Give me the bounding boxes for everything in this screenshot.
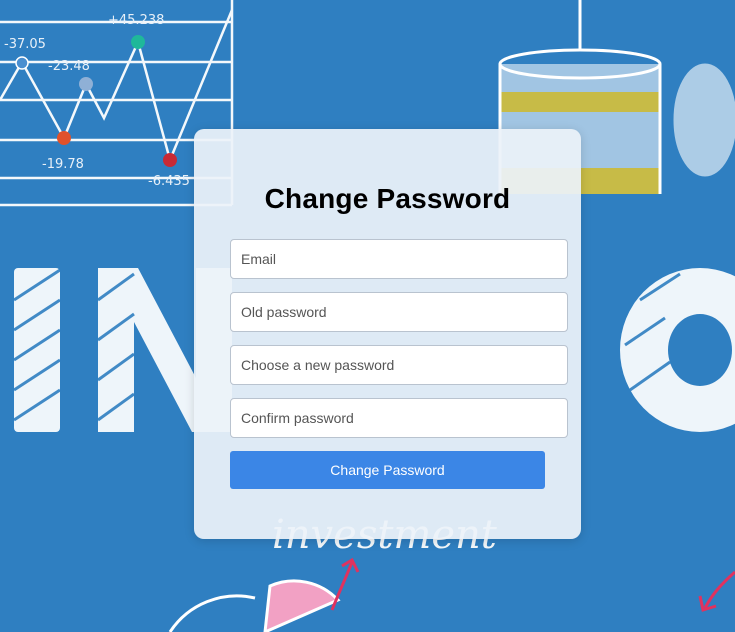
- svg-text:-19.78: -19.78: [42, 157, 84, 172]
- page-title: Change Password: [264, 183, 511, 214]
- confirm-password-field[interactable]: [230, 398, 568, 438]
- arrow-doodles: [330, 557, 735, 612]
- new-password-field[interactable]: [230, 345, 568, 385]
- svg-text:-37.05: -37.05: [4, 37, 46, 52]
- svg-text:+45.238: +45.238: [108, 13, 164, 28]
- pie-doodle: [168, 579, 341, 632]
- change-password-card: Change Password Change Password: [194, 129, 581, 539]
- email-field[interactable]: [230, 239, 568, 279]
- change-password-button[interactable]: Change Password: [230, 451, 545, 489]
- svg-text:-23.48: -23.48: [48, 59, 90, 74]
- old-password-field[interactable]: [230, 292, 568, 332]
- svg-text:-6.435: -6.435: [148, 174, 190, 189]
